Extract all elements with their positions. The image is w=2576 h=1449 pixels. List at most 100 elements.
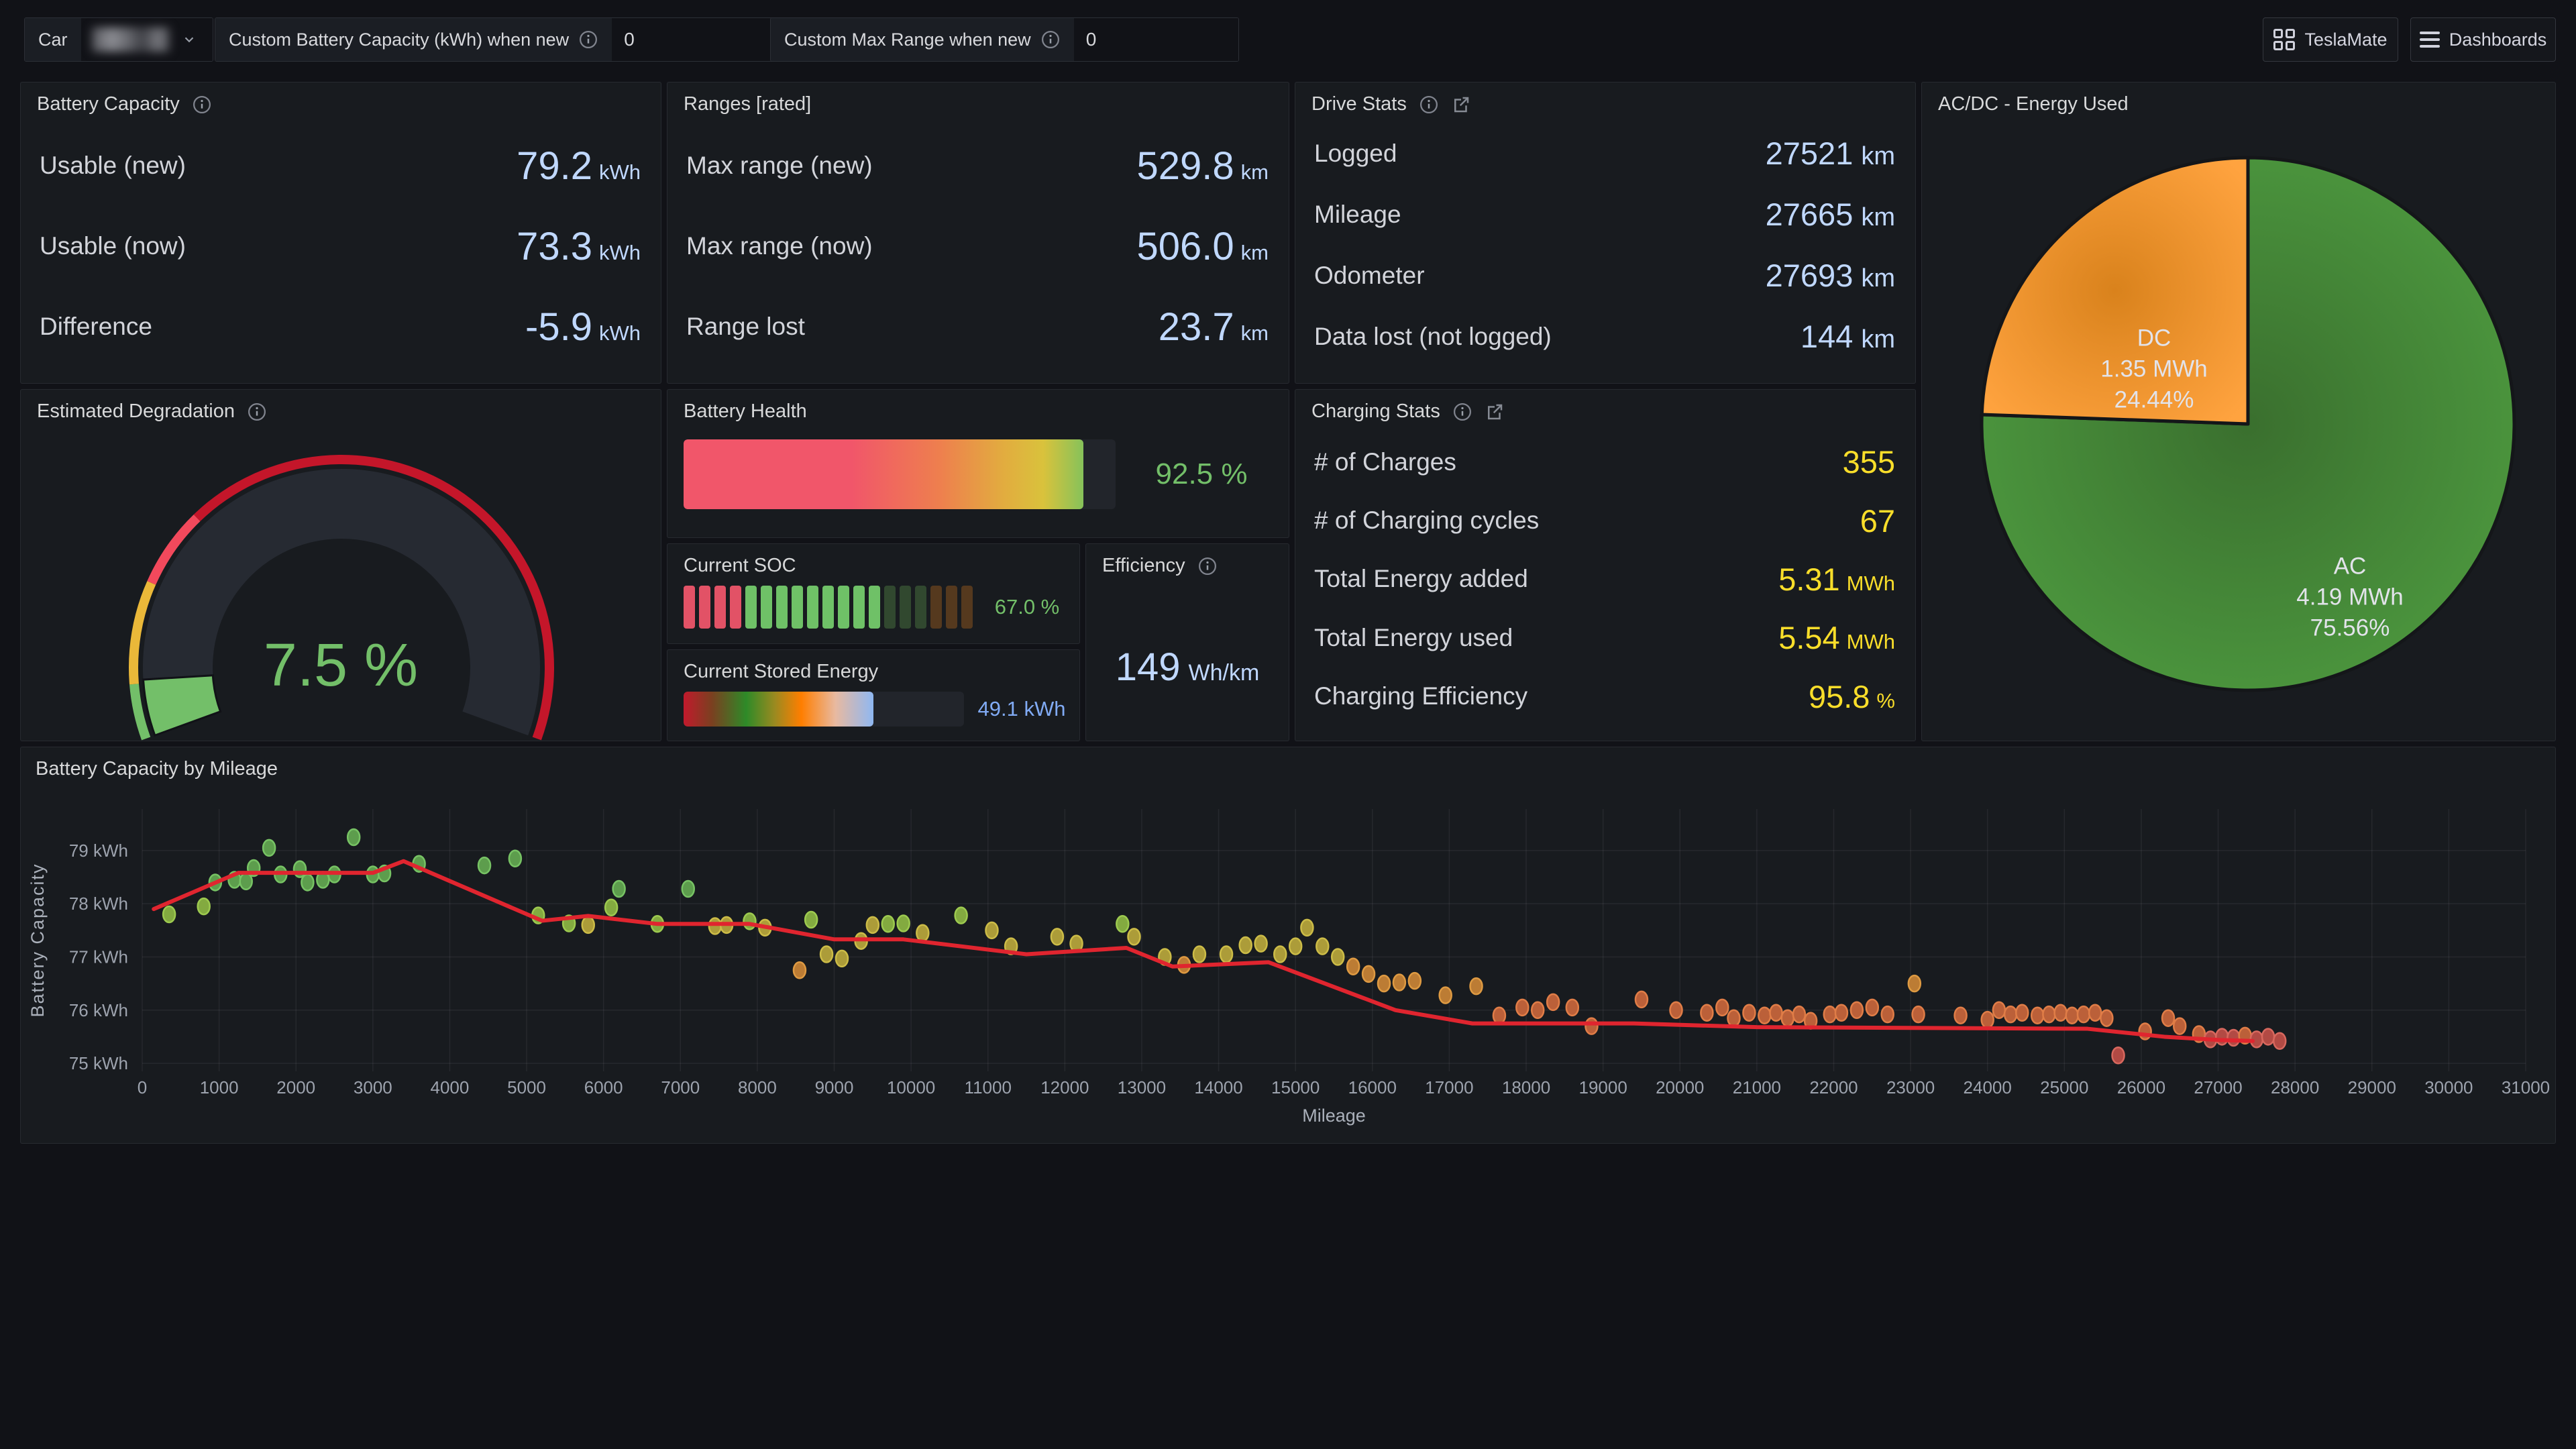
external-link-icon[interactable] xyxy=(1451,95,1471,115)
panel-title[interactable]: Battery Health xyxy=(684,400,807,423)
svg-text:76 kWh: 76 kWh xyxy=(69,1000,128,1020)
stat-row: Max range (now) 506.0km xyxy=(686,224,1269,269)
panel-title[interactable]: Current SOC xyxy=(684,555,796,577)
stored-energy-bar-track xyxy=(684,692,964,727)
soc-cell xyxy=(714,586,726,629)
soc-cell xyxy=(807,586,818,629)
stat-row: # of Charging cycles 67 xyxy=(1314,502,1895,539)
soc-cell xyxy=(745,586,757,629)
svg-text:75 kWh: 75 kWh xyxy=(69,1053,128,1073)
svg-text:7000: 7000 xyxy=(661,1077,700,1097)
gauge-value: 7.5 % xyxy=(21,631,661,700)
stored-energy-panel: Current Stored Energy 49.1 kWh xyxy=(667,649,1080,741)
svg-text:22000: 22000 xyxy=(1809,1077,1858,1097)
svg-text:24000: 24000 xyxy=(1964,1077,2012,1097)
svg-text:30000: 30000 xyxy=(2424,1077,2473,1097)
dashboards-button[interactable]: Dashboards xyxy=(2410,17,2556,62)
car-variable-label: Car xyxy=(25,18,81,61)
soc-cell xyxy=(930,586,942,629)
soc-cell xyxy=(776,586,788,629)
custom-max-range-group: Custom Max Range when new xyxy=(770,17,1239,62)
svg-text:10000: 10000 xyxy=(887,1077,935,1097)
svg-text:77 kWh: 77 kWh xyxy=(69,947,128,967)
svg-text:26000: 26000 xyxy=(2117,1077,2165,1097)
soc-cell xyxy=(869,586,880,629)
dashboard-root: Car Custom Battery Capacity (kWh) when n… xyxy=(0,0,2576,1449)
stat-row: # of Charges 355 xyxy=(1314,443,1895,480)
svg-text:3000: 3000 xyxy=(354,1077,392,1097)
svg-text:16000: 16000 xyxy=(1348,1077,1397,1097)
svg-text:13000: 13000 xyxy=(1118,1077,1166,1097)
svg-text:21000: 21000 xyxy=(1733,1077,1781,1097)
stat-row: Total Energy used 5.54MWh xyxy=(1314,619,1895,656)
soc-cell xyxy=(900,586,911,629)
stat-row: Usable (now) 73.3kWh xyxy=(40,224,641,269)
stat-value: 5.31MWh xyxy=(1778,561,1895,598)
custom-max-range-input[interactable] xyxy=(1074,29,1220,50)
ranges-panel: Ranges [rated] Max range (new) 529.8km M… xyxy=(667,82,1289,384)
panel-title[interactable]: Drive Stats xyxy=(1311,93,1407,115)
panel-title[interactable]: Efficiency xyxy=(1102,555,1185,577)
teslamate-button[interactable]: TeslaMate xyxy=(2263,17,2398,62)
svg-text:28000: 28000 xyxy=(2271,1077,2319,1097)
panel-title[interactable]: Battery Capacity xyxy=(37,93,180,115)
svg-text:6000: 6000 xyxy=(584,1077,623,1097)
acdc-pie-chart[interactable] xyxy=(1922,83,2557,742)
panel-title[interactable]: Charging Stats xyxy=(1311,400,1440,423)
soc-cell xyxy=(853,586,865,629)
svg-text:18000: 18000 xyxy=(1502,1077,1550,1097)
soc-cell xyxy=(684,586,695,629)
hamburger-icon xyxy=(2420,32,2440,48)
stat-value: 5.54MWh xyxy=(1778,619,1895,656)
soc-value: 67.0 % xyxy=(980,586,1074,629)
stat-row: Total Energy added 5.31MWh xyxy=(1314,561,1895,598)
svg-text:9000: 9000 xyxy=(815,1077,854,1097)
stat-value: 95.8% xyxy=(1809,678,1895,715)
car-name-redacted xyxy=(92,28,170,52)
current-soc-panel: Current SOC 67.0 % xyxy=(667,543,1080,644)
svg-text:2000: 2000 xyxy=(276,1077,315,1097)
stat-value: 506.0km xyxy=(1137,224,1269,269)
stat-value: 23.7km xyxy=(1159,305,1269,350)
battery-capacity-chart[interactable]: 75 kWh76 kWh77 kWh78 kWh79 kWh0100020003… xyxy=(21,747,2555,1143)
stat-value: 73.3kWh xyxy=(517,224,641,269)
soc-cell xyxy=(946,586,957,629)
info-icon[interactable] xyxy=(1040,30,1061,50)
stat-value: -5.9kWh xyxy=(525,305,641,350)
custom-battery-capacity-input[interactable] xyxy=(612,29,758,50)
svg-text:25000: 25000 xyxy=(2040,1077,2088,1097)
external-link-icon[interactable] xyxy=(1485,402,1505,422)
soc-cell xyxy=(838,586,849,629)
stat-row: Logged 27521km xyxy=(1314,135,1895,172)
soc-cell xyxy=(699,586,710,629)
info-icon[interactable] xyxy=(1452,402,1472,422)
svg-text:8000: 8000 xyxy=(738,1077,777,1097)
soc-led-bar xyxy=(684,586,973,629)
svg-text:23000: 23000 xyxy=(1886,1077,1935,1097)
panel-title[interactable]: Current Stored Energy xyxy=(684,661,878,683)
soc-cell xyxy=(792,586,803,629)
custom-battery-capacity-label: Custom Battery Capacity (kWh) when new xyxy=(229,30,569,50)
svg-text:31000: 31000 xyxy=(2502,1077,2550,1097)
panel-title[interactable]: Ranges [rated] xyxy=(684,93,811,115)
info-icon[interactable] xyxy=(192,95,212,115)
svg-text:11000: 11000 xyxy=(965,1077,1012,1097)
svg-text:79 kWh: 79 kWh xyxy=(69,841,128,861)
stat-value: 529.8km xyxy=(1137,144,1269,189)
grid-icon xyxy=(2273,29,2295,50)
info-icon[interactable] xyxy=(1197,556,1218,576)
stat-row: Range lost 23.7km xyxy=(686,305,1269,350)
stat-value: 79.2kWh xyxy=(517,144,641,189)
stat-row: Max range (new) 529.8km xyxy=(686,144,1269,189)
stat-row: Charging Efficiency 95.8% xyxy=(1314,678,1895,715)
stat-row: Data lost (not logged) 144km xyxy=(1314,318,1895,355)
info-icon[interactable] xyxy=(1419,95,1439,115)
car-variable-select[interactable] xyxy=(81,18,213,61)
stat-row: Mileage 27665km xyxy=(1314,196,1895,233)
svg-text:1000: 1000 xyxy=(200,1077,239,1097)
battery-health-panel: Battery Health 92.5 % xyxy=(667,389,1289,538)
custom-max-range-label: Custom Max Range when new xyxy=(784,30,1031,50)
battery-health-bar-fill xyxy=(684,439,1083,509)
svg-text:14000: 14000 xyxy=(1194,1077,1242,1097)
info-icon[interactable] xyxy=(578,30,598,50)
